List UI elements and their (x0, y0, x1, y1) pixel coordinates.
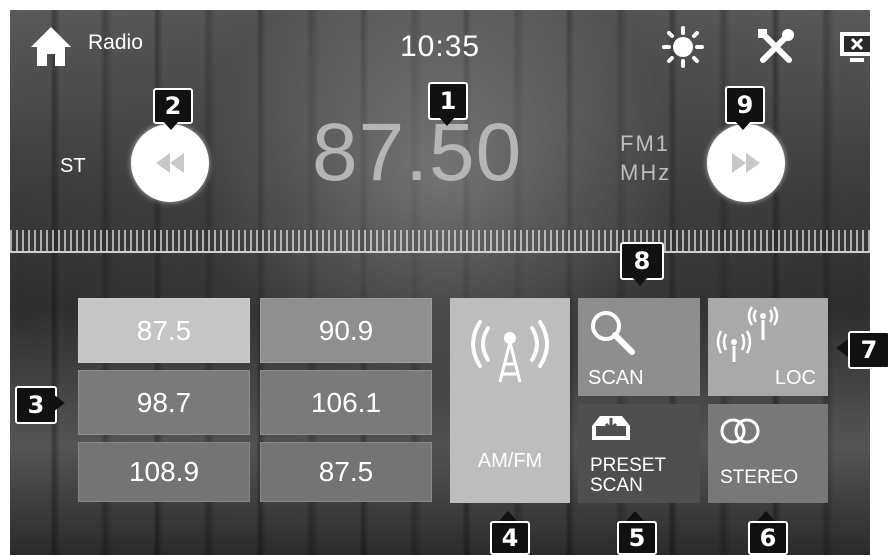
preset-button[interactable]: 108.9 (78, 442, 250, 502)
am-fm-label: AM/FM (477, 450, 543, 472)
band-display: FM1 MHz (620, 130, 671, 187)
unit-label: MHz (620, 159, 672, 185)
callout-2-pointer (162, 120, 180, 130)
callout-6-pointer (757, 511, 775, 521)
settings-button[interactable] (755, 26, 797, 68)
callout-5: 5 (617, 521, 657, 555)
callout-8-pointer (631, 276, 649, 286)
callout-3: 3 (15, 386, 57, 424)
band-label: FM1 (620, 131, 670, 156)
stereo-icon (720, 418, 760, 444)
callout-7-pointer (836, 339, 848, 357)
loc-label: LOC (774, 367, 816, 389)
stereo-indicator: ST (60, 155, 86, 177)
home-button[interactable] (28, 24, 74, 70)
ruler-baseline (10, 251, 870, 253)
preset-button[interactable]: 98.7 (78, 370, 250, 435)
rewind-icon (156, 153, 184, 173)
callout-2: 2 (153, 88, 193, 124)
preset-button[interactable]: 106.1 (260, 370, 432, 435)
scan-button[interactable]: SCAN (578, 298, 700, 396)
callout-1-pointer (438, 116, 456, 126)
loc-button[interactable]: LOC (708, 298, 828, 396)
home-icon (31, 27, 71, 66)
seek-back-button[interactable] (131, 124, 209, 202)
callout-5-pointer (626, 511, 644, 521)
am-fm-button[interactable]: AM/FM (450, 298, 570, 503)
settings-icon (758, 29, 794, 63)
preset-button[interactable]: 87.5 (78, 298, 250, 363)
callout-3-pointer (53, 394, 65, 412)
preset-scan-line1: PRESET (590, 455, 667, 476)
callout-9-pointer (734, 120, 752, 130)
preset-scan-line2: SCAN (590, 474, 643, 496)
brightness-button[interactable] (662, 26, 704, 68)
scan-label: SCAN (588, 367, 644, 389)
frequency-display: 87.50 (312, 107, 523, 198)
callout-1: 1 (428, 82, 468, 120)
callout-9: 9 (725, 86, 765, 124)
brightness-icon (662, 26, 704, 68)
local-signal-icon (716, 306, 779, 362)
stereo-label: STEREO (720, 467, 799, 488)
preset-button[interactable]: 87.5 (260, 442, 432, 502)
frequency-ruler[interactable] (10, 230, 870, 252)
preset-button[interactable]: 90.9 (260, 298, 432, 363)
search-icon (591, 311, 635, 355)
screen-off-button[interactable] (838, 28, 876, 66)
page-title: Radio (88, 31, 143, 54)
callout-4: 4 (490, 521, 530, 555)
clock: 10:35 (400, 30, 481, 63)
screen-off-icon (840, 32, 874, 62)
preset-scan-label: PRESET SCAN (590, 456, 666, 496)
callout-4-pointer (499, 511, 517, 521)
fast-forward-icon (732, 153, 760, 173)
seek-forward-button[interactable] (707, 124, 785, 202)
callout-7: 7 (848, 331, 890, 369)
download-tray-icon (592, 416, 630, 440)
callout-6: 6 (748, 521, 788, 555)
callout-8: 8 (620, 242, 664, 280)
antenna-icon (471, 320, 549, 383)
preset-scan-button[interactable]: PRESET SCAN (578, 404, 700, 503)
stereo-button[interactable]: STEREO (708, 404, 828, 503)
